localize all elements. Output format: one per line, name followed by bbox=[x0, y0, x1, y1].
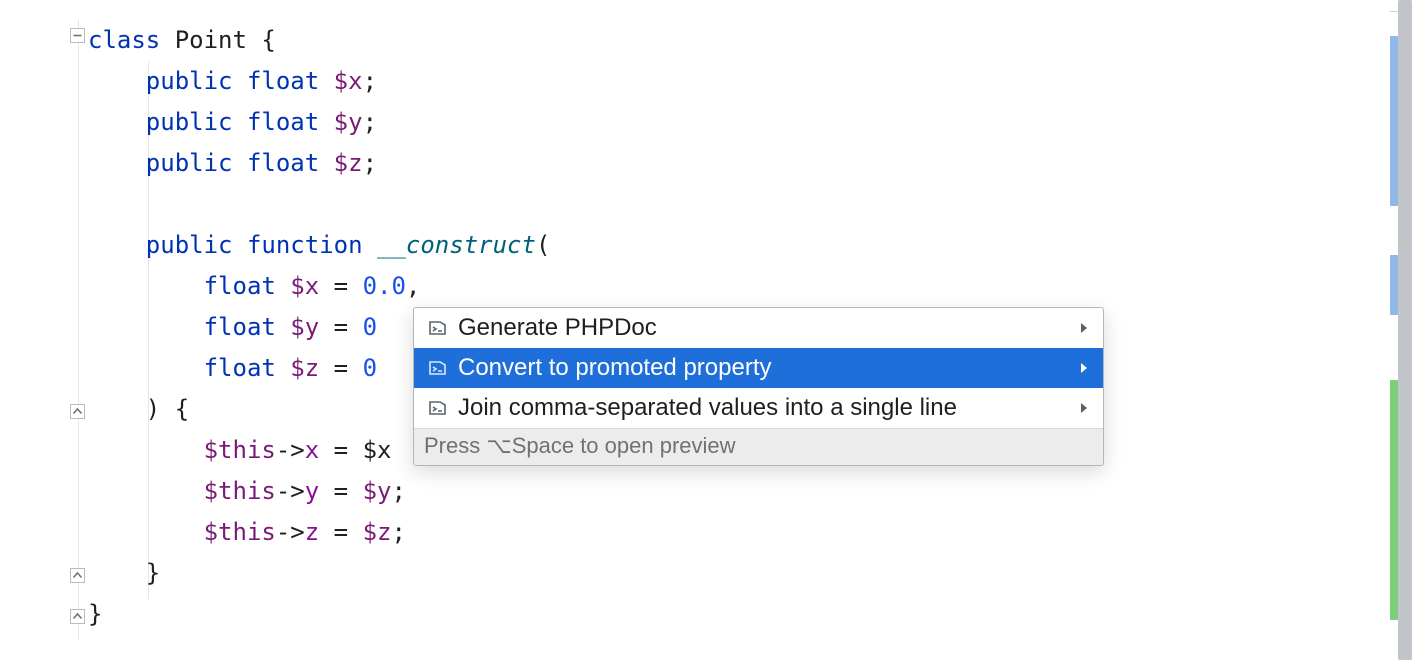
code-line-2[interactable]: public float $x; bbox=[86, 61, 1390, 102]
intention-label: Join comma-separated values into a singl… bbox=[452, 388, 1063, 428]
code-line-1[interactable]: class Point { bbox=[86, 20, 1390, 61]
intention-item-join-lines[interactable]: Join comma-separated values into a singl… bbox=[414, 388, 1103, 428]
intention-label: Convert to promoted property bbox=[452, 348, 1063, 388]
code-line-15[interactable]: } bbox=[86, 594, 1390, 635]
brace-open: { bbox=[261, 26, 275, 54]
intention-item-convert-promoted[interactable]: Convert to promoted property bbox=[414, 348, 1103, 388]
gutter bbox=[0, 0, 86, 660]
submenu-arrow-icon bbox=[1079, 321, 1089, 335]
fold-toggle-class-close[interactable] bbox=[70, 609, 85, 624]
class-name: Point bbox=[175, 26, 247, 54]
submenu-arrow-icon bbox=[1079, 361, 1089, 375]
intention-popup: Generate PHPDoc Convert to promoted prop… bbox=[413, 307, 1104, 466]
code-line-3[interactable]: public float $y; bbox=[86, 102, 1390, 143]
submenu-arrow-icon bbox=[1079, 401, 1089, 415]
method-name: __construct bbox=[377, 231, 536, 259]
marker-change-2[interactable] bbox=[1390, 255, 1398, 315]
code-line-4[interactable]: public float $z; bbox=[86, 143, 1390, 184]
code-line-14[interactable]: } bbox=[86, 553, 1390, 594]
code-editor[interactable]: class Point { public float $x; public fl… bbox=[0, 0, 1412, 660]
fold-toggle-method-close[interactable] bbox=[70, 568, 85, 583]
fold-toggle-class-open[interactable] bbox=[70, 28, 85, 43]
scrollbar-vertical[interactable] bbox=[1398, 0, 1412, 660]
code-line-12[interactable]: $this->y = $y; bbox=[86, 471, 1390, 512]
code-line-6[interactable]: public function __construct( bbox=[86, 225, 1390, 266]
scroll-thumb[interactable] bbox=[1398, 0, 1412, 660]
code-line-7[interactable]: float $x = 0.0, bbox=[86, 266, 1390, 307]
fold-toggle-construct-close[interactable] bbox=[70, 404, 85, 419]
marker-stripe bbox=[1390, 0, 1398, 660]
phpdoc-icon bbox=[424, 319, 452, 337]
code-line-13[interactable]: $this->z = $z; bbox=[86, 512, 1390, 553]
fold-guide bbox=[78, 20, 79, 640]
keyword-class: class bbox=[88, 26, 160, 54]
intention-footer-hint: Press ⌥Space to open preview bbox=[414, 428, 1103, 465]
marker-change-1[interactable] bbox=[1390, 36, 1398, 206]
convert-icon bbox=[424, 359, 452, 377]
code-line-5[interactable] bbox=[86, 184, 1390, 225]
intention-item-generate-phpdoc[interactable]: Generate PHPDoc bbox=[414, 308, 1103, 348]
join-icon bbox=[424, 399, 452, 417]
marker-ok[interactable] bbox=[1390, 380, 1398, 620]
intention-label: Generate PHPDoc bbox=[452, 308, 1063, 348]
